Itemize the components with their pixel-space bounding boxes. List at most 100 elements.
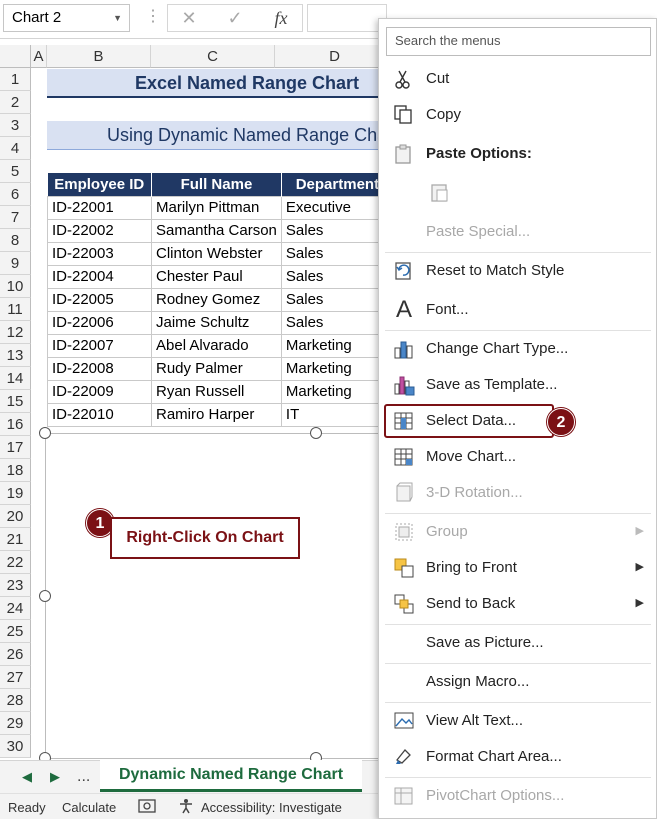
table-cell[interactable]: ID-22002 [47, 218, 152, 243]
table-cell[interactable]: Clinton Webster [151, 241, 282, 266]
status-calculate[interactable]: Calculate [62, 800, 116, 815]
table-cell[interactable]: ID-22010 [47, 402, 152, 427]
table-cell[interactable]: ID-22003 [47, 241, 152, 266]
table-cell[interactable]: Sales [280, 218, 394, 243]
more-tabs-button[interactable]: ... [77, 768, 90, 786]
row-header-25[interactable]: 25 [0, 620, 31, 643]
table-cell[interactable]: Chester Paul [151, 264, 282, 289]
tab-dynamic-named-range-chart[interactable]: Dynamic Named Range Chart [100, 760, 362, 792]
table-cell[interactable]: ID-22005 [47, 287, 152, 312]
row-header-8[interactable]: 8 [0, 229, 31, 252]
row-header-11[interactable]: 11 [0, 298, 31, 321]
row-header-19[interactable]: 19 [0, 482, 31, 505]
column-header-a[interactable]: A [31, 45, 47, 68]
column-header-d[interactable]: D [275, 45, 395, 68]
header-department[interactable]: Department [281, 173, 394, 196]
formula-input[interactable] [307, 4, 387, 32]
table-cell[interactable]: ID-22006 [47, 310, 152, 335]
table-cell[interactable]: Marilyn Pittman [151, 195, 282, 220]
table-cell[interactable]: ID-22004 [47, 264, 152, 289]
row-header-6[interactable]: 6 [0, 183, 31, 206]
table-cell[interactable]: ID-22007 [47, 333, 152, 358]
table-cell[interactable]: Marketing [280, 379, 394, 404]
menu-item-cut[interactable]: Cut [379, 62, 656, 96]
resize-handle-top-left[interactable] [39, 427, 51, 439]
row-header-27[interactable]: 27 [0, 666, 31, 689]
header-employee-id[interactable]: Employee ID [47, 173, 152, 196]
row-header-12[interactable]: 12 [0, 321, 31, 344]
row-header-29[interactable]: 29 [0, 712, 31, 735]
menu-item-group[interactable]: Group ▶ [379, 515, 656, 549]
name-box[interactable]: Chart 2 ▼ [3, 4, 130, 32]
macro-record-icon[interactable] [138, 798, 156, 817]
menu-item-bring-to-front[interactable]: Bring to Front ▶ [379, 551, 656, 585]
table-cell[interactable]: Sales [280, 241, 394, 266]
table-cell[interactable]: Jaime Schultz [151, 310, 282, 335]
menu-item-assign-macro[interactable]: Assign Macro... [379, 665, 656, 699]
menu-item-format-chart-area[interactable]: Format Chart Area... [379, 740, 656, 774]
tab-prev-icon[interactable]: ◀ [22, 769, 32, 785]
menu-item-paste-special[interactable]: Paste Special... [379, 215, 656, 249]
menu-item-view-alt-text[interactable]: View Alt Text... [379, 704, 656, 738]
row-header-2[interactable]: 2 [0, 91, 31, 114]
table-cell[interactable]: Marketing [280, 333, 394, 358]
enter-icon[interactable]: ✓ [218, 5, 252, 31]
row-header-24[interactable]: 24 [0, 597, 31, 620]
menu-item-change-chart-type[interactable]: Change Chart Type... [379, 332, 656, 366]
table-cell[interactable]: Ryan Russell [151, 379, 282, 404]
row-header-10[interactable]: 10 [0, 275, 31, 298]
row-header-18[interactable]: 18 [0, 459, 31, 482]
row-header-23[interactable]: 23 [0, 574, 31, 597]
row-header-30[interactable]: 30 [0, 735, 31, 758]
menu-item-send-to-back[interactable]: Send to Back ▶ [379, 587, 656, 621]
table-cell[interactable]: IT [280, 402, 394, 427]
menu-item-copy[interactable]: Copy [379, 98, 656, 132]
menu-item-font[interactable]: A Font... [379, 293, 656, 327]
menu-item-reset-to-match-style[interactable]: Reset to Match Style [379, 254, 656, 288]
table-cell[interactable]: Rodney Gomez [151, 287, 282, 312]
row-header-16[interactable]: 16 [0, 413, 31, 436]
menu-item-3d-rotation[interactable]: 3-D Rotation... [379, 476, 656, 510]
table-cell[interactable]: Marketing [280, 356, 394, 381]
chart-object[interactable] [45, 433, 385, 759]
select-all-corner[interactable] [0, 45, 31, 68]
chevron-down-icon[interactable]: ▼ [113, 13, 122, 23]
menu-item-move-chart[interactable]: Move Chart... [379, 440, 656, 474]
row-header-20[interactable]: 20 [0, 505, 31, 528]
row-header-7[interactable]: 7 [0, 206, 31, 229]
table-cell[interactable]: Sales [280, 287, 394, 312]
table-cell[interactable]: Rudy Palmer [151, 356, 282, 381]
row-header-22[interactable]: 22 [0, 551, 31, 574]
row-header-26[interactable]: 26 [0, 643, 31, 666]
row-header-4[interactable]: 4 [0, 137, 31, 160]
menu-search-input[interactable]: Search the menus [386, 27, 651, 56]
row-header-13[interactable]: 13 [0, 344, 31, 367]
row-header-17[interactable]: 17 [0, 436, 31, 459]
menu-item-pivotchart-options[interactable]: PivotChart Options... [379, 779, 656, 813]
table-cell[interactable]: Samantha Carson [151, 218, 282, 243]
insert-function-icon[interactable]: fx [264, 5, 298, 31]
table-cell[interactable]: Ramiro Harper [151, 402, 282, 427]
row-header-3[interactable]: 3 [0, 114, 31, 137]
table-cell[interactable]: ID-22001 [47, 195, 152, 220]
resize-handle-left[interactable] [39, 590, 51, 602]
row-header-15[interactable]: 15 [0, 390, 31, 413]
table-cell[interactable]: Executive [280, 195, 394, 220]
menu-item-save-as-template[interactable]: Save as Template... [379, 368, 656, 402]
table-cell[interactable]: ID-22008 [47, 356, 152, 381]
status-accessibility[interactable]: Accessibility: Investigate [201, 800, 342, 815]
row-header-1[interactable]: 1 [0, 68, 31, 91]
cancel-icon[interactable]: ✕ [172, 5, 206, 31]
table-cell[interactable]: Sales [280, 310, 394, 335]
menu-item-save-as-picture[interactable]: Save as Picture... [379, 626, 656, 660]
row-header-21[interactable]: 21 [0, 528, 31, 551]
table-cell[interactable]: Abel Alvarado [151, 333, 282, 358]
row-header-5[interactable]: 5 [0, 160, 31, 183]
row-header-14[interactable]: 14 [0, 367, 31, 390]
column-header-c[interactable]: C [151, 45, 275, 68]
row-header-9[interactable]: 9 [0, 252, 31, 275]
paste-option-button[interactable] [379, 175, 656, 209]
header-full-name[interactable]: Full Name [151, 173, 282, 196]
row-header-28[interactable]: 28 [0, 689, 31, 712]
resize-handle-top[interactable] [310, 427, 322, 439]
